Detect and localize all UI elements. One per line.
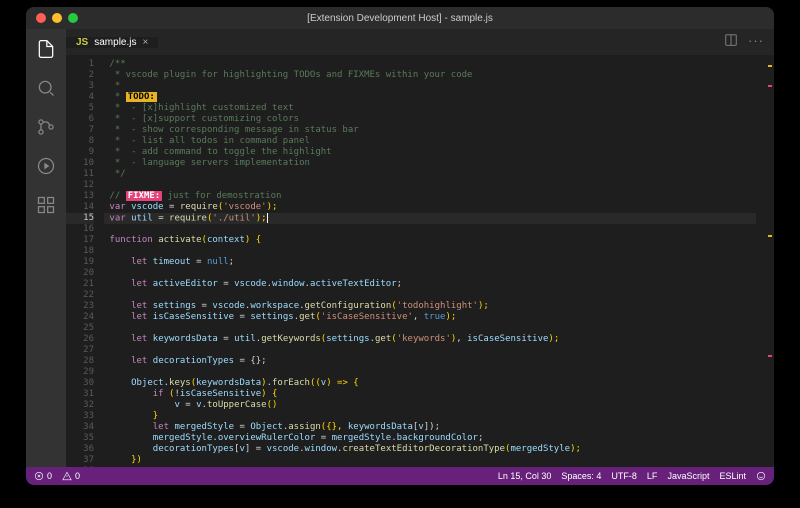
close-dot[interactable] <box>36 13 46 23</box>
editor[interactable]: 1234567891011121314151617181920212223242… <box>66 55 774 467</box>
minimap[interactable] <box>756 55 774 467</box>
titlebar[interactable]: [Extension Development Host] - sample.js <box>26 7 774 29</box>
status-errors[interactable]: 0 <box>34 471 52 481</box>
status-spaces[interactable]: Spaces: 4 <box>561 471 601 481</box>
status-cursor[interactable]: Ln 15, Col 30 <box>498 471 552 481</box>
code-area[interactable]: /** * vscode plugin for highlighting TOD… <box>104 55 756 467</box>
extensions-icon[interactable] <box>36 195 56 220</box>
close-icon[interactable]: × <box>142 37 148 48</box>
more-icon[interactable]: ··· <box>748 33 764 52</box>
debug-icon[interactable] <box>36 156 56 181</box>
editor-group: JS sample.js × ··· 123456789101112131415… <box>66 29 774 467</box>
feedback-icon[interactable] <box>756 471 766 481</box>
source-control-icon[interactable] <box>36 117 56 142</box>
search-icon[interactable] <box>36 78 56 103</box>
status-warnings[interactable]: 0 <box>62 471 80 481</box>
zoom-dot[interactable] <box>68 13 78 23</box>
split-editor-icon[interactable] <box>724 33 738 52</box>
traffic-lights <box>26 13 78 23</box>
status-eol[interactable]: LF <box>647 471 658 481</box>
vscode-window: [Extension Development Host] - sample.js… <box>26 7 774 485</box>
tab-bar: JS sample.js × ··· <box>66 29 774 55</box>
warning-icon <box>62 471 72 481</box>
explorer-icon[interactable] <box>36 39 56 64</box>
window-title: [Extension Development Host] - sample.js <box>307 13 493 24</box>
activity-bar <box>26 29 66 467</box>
tab-actions: ··· <box>724 33 774 52</box>
status-eslint[interactable]: ESLint <box>719 471 746 481</box>
status-language[interactable]: JavaScript <box>667 471 709 481</box>
error-icon <box>34 471 44 481</box>
window-body: JS sample.js × ··· 123456789101112131415… <box>26 29 774 467</box>
line-gutter: 1234567891011121314151617181920212223242… <box>66 55 104 467</box>
minimize-dot[interactable] <box>52 13 62 23</box>
status-bar: 0 0 Ln 15, Col 30 Spaces: 4 UTF-8 LF Jav… <box>26 467 774 485</box>
tab-sample-js[interactable]: JS sample.js × <box>66 37 158 48</box>
js-icon: JS <box>76 37 88 48</box>
tab-label: sample.js <box>94 37 136 48</box>
status-encoding[interactable]: UTF-8 <box>611 471 637 481</box>
